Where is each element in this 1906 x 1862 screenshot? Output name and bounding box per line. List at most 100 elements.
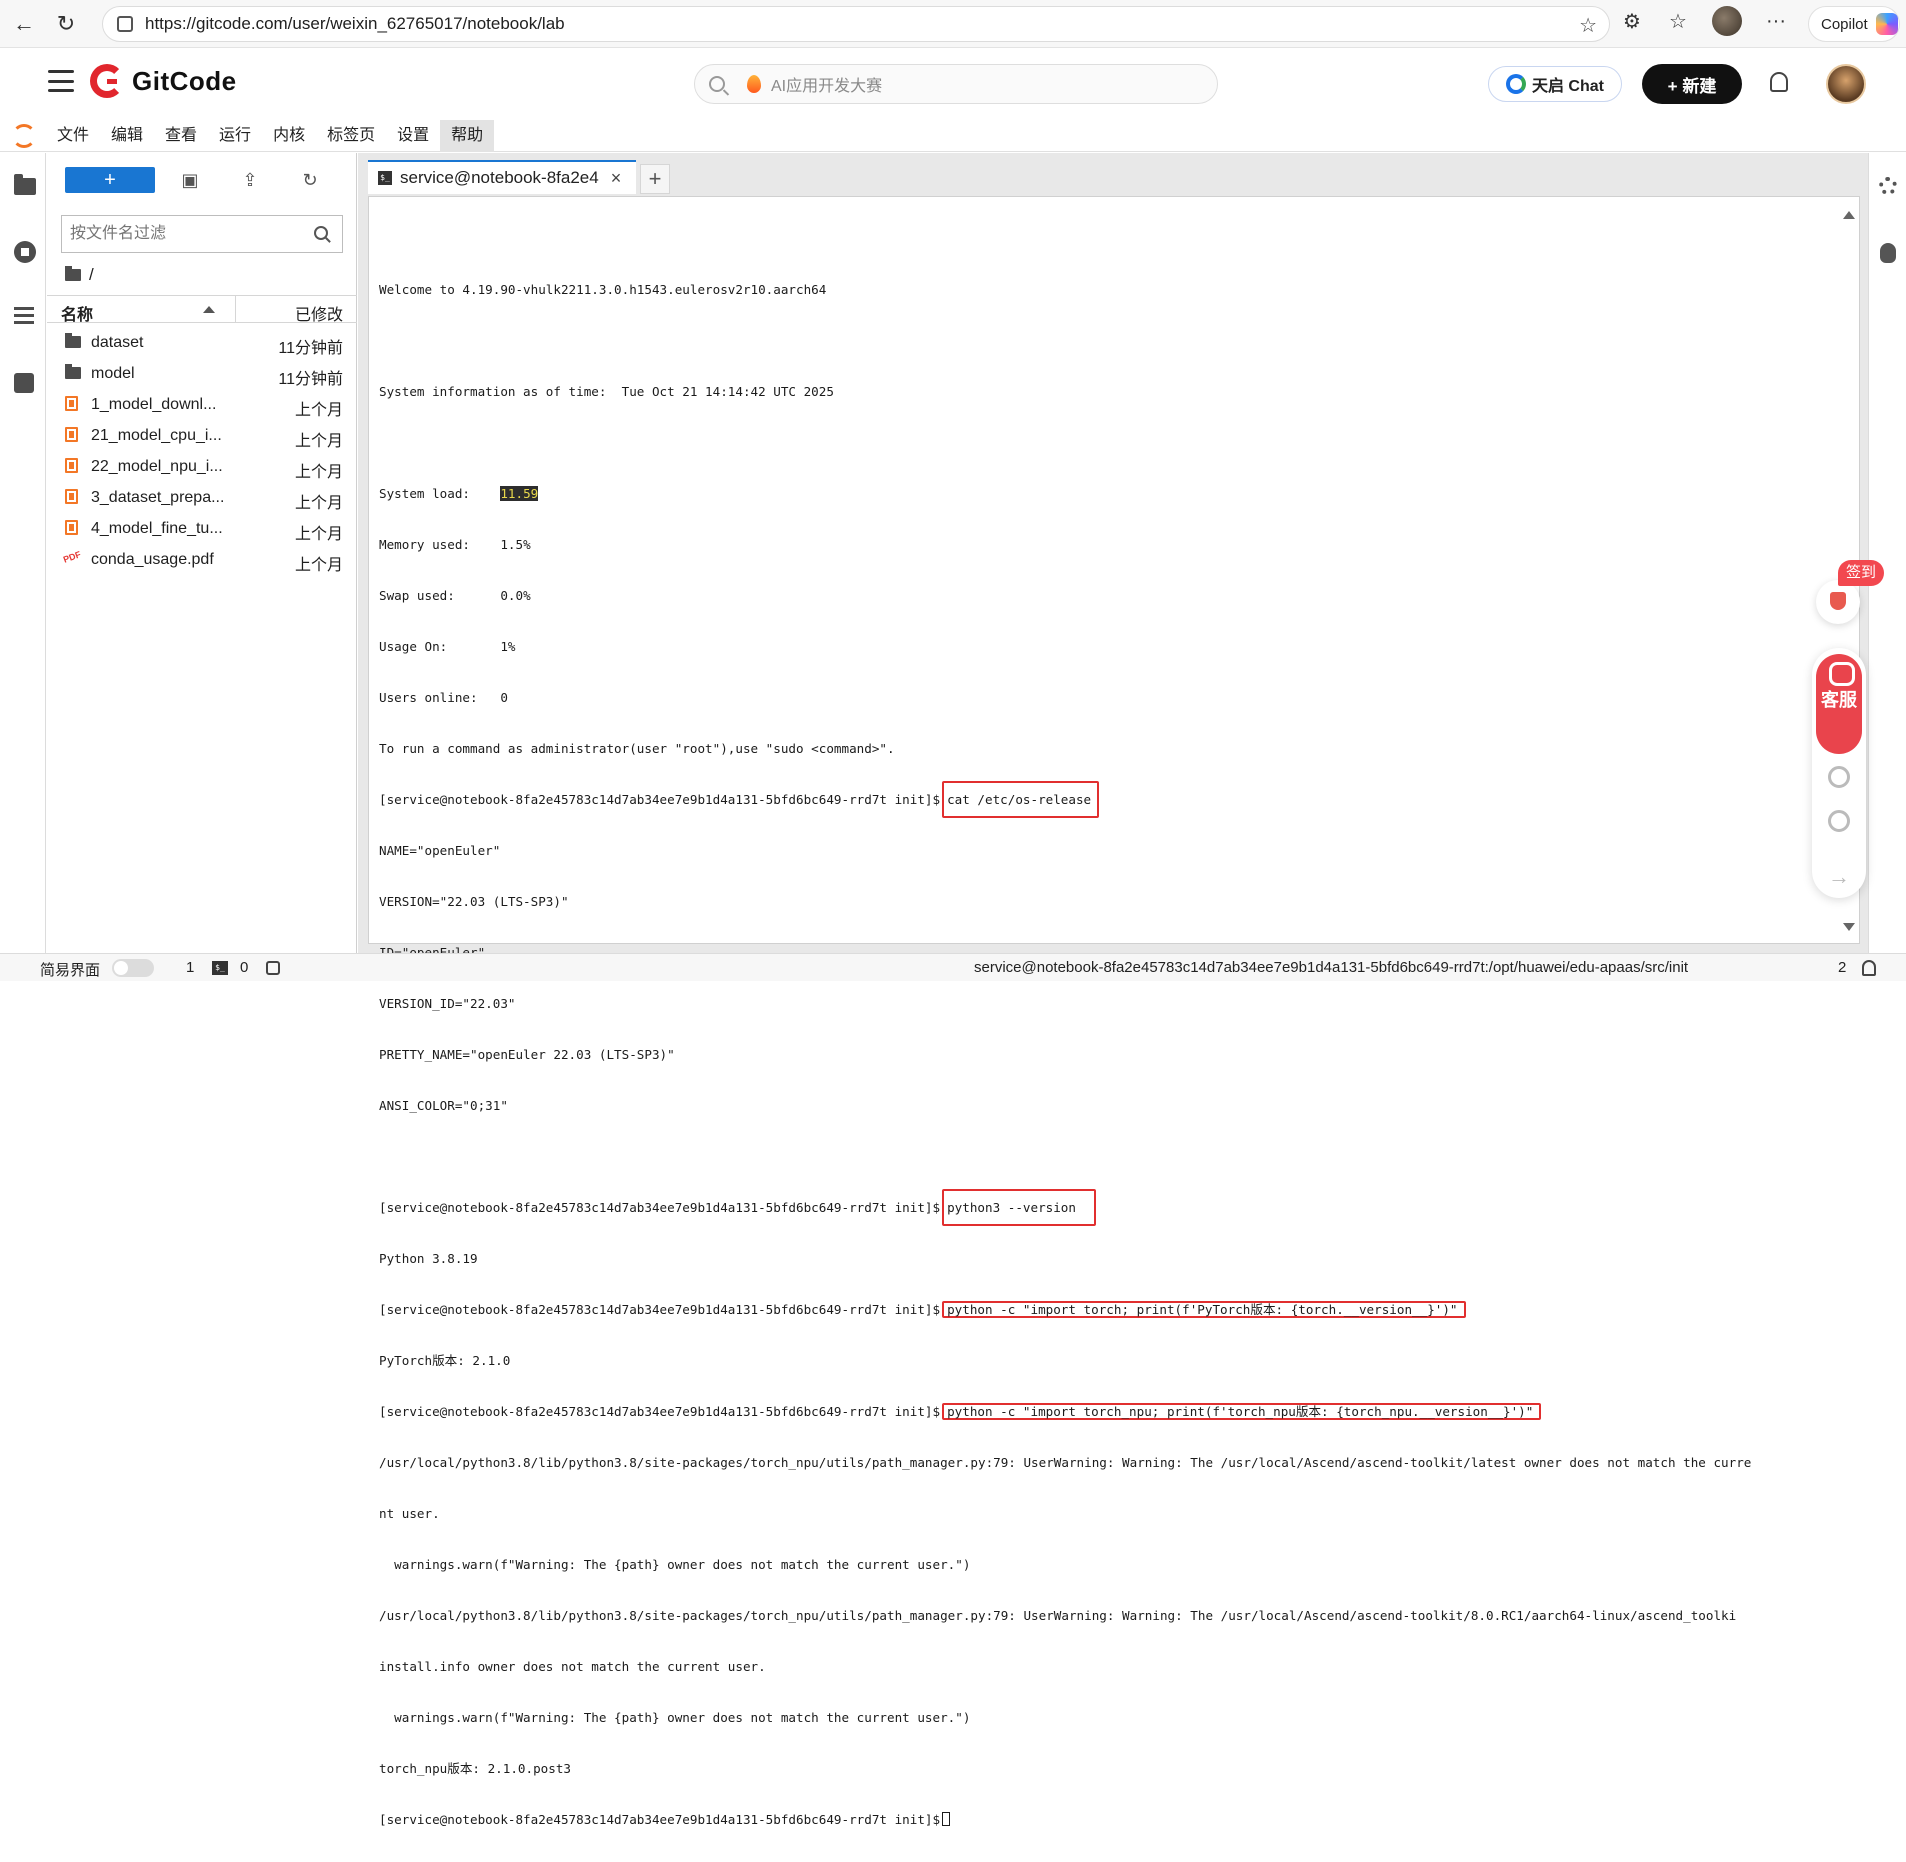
- property-inspector-gear-icon[interactable]: [1879, 177, 1897, 195]
- debugger-bug-icon[interactable]: [1880, 243, 1896, 263]
- file-row-dataset[interactable]: dataset 11分钟前: [47, 327, 357, 358]
- browser-profile-avatar[interactable]: [1712, 6, 1742, 36]
- chat-logo-icon: [1505, 74, 1526, 94]
- hamburger-menu-icon[interactable]: [48, 70, 74, 92]
- copilot-button[interactable]: Copilot: [1808, 6, 1900, 42]
- upload-icon[interactable]: ⇪: [239, 169, 261, 191]
- back-icon[interactable]: ←: [6, 6, 42, 42]
- file-filter-field[interactable]: [61, 215, 343, 253]
- status-bell-icon[interactable]: [1862, 960, 1876, 976]
- highlighted-command: python3 --version: [942, 1189, 1096, 1226]
- refresh-circle-icon[interactable]: [1828, 766, 1850, 788]
- extensions-icon[interactable]: ⚙: [1620, 9, 1644, 34]
- refresh-icon[interactable]: ↻: [299, 169, 321, 191]
- file-row-notebook[interactable]: 4_model_fine_tu... 上个月: [47, 513, 357, 544]
- terminal-status-icon[interactable]: $_: [212, 961, 228, 975]
- menu-help[interactable]: 帮助: [440, 119, 495, 152]
- file-row-notebook[interactable]: 3_dataset_prepa... 上个月: [47, 482, 357, 513]
- column-divider[interactable]: [235, 296, 236, 322]
- file-filter-input[interactable]: [62, 216, 292, 252]
- customer-service-button[interactable]: 客服: [1816, 654, 1862, 754]
- new-button[interactable]: + 新建: [1642, 64, 1742, 104]
- more-menu-icon[interactable]: ···: [1764, 10, 1788, 33]
- highlighted-command: python -c "import torch; print(f'PyTorch…: [942, 1301, 1466, 1318]
- favorites-icon[interactable]: ☆: [1666, 9, 1690, 34]
- file-list: dataset 11分钟前 model 11分钟前 1_model_downl.…: [47, 327, 357, 575]
- menu-edit[interactable]: 编辑: [100, 120, 154, 152]
- notification-bell-icon[interactable]: [1770, 72, 1788, 92]
- status-bar: 简易界面 1 $_ 0 service@notebook-8fa2e45783c…: [0, 953, 1906, 981]
- terminal-panel[interactable]: Welcome to 4.19.90-vhulk2211.3.0.h1543.e…: [368, 196, 1860, 1827]
- arrow-right-icon[interactable]: →: [1828, 864, 1850, 890]
- terminal-line: install.info owner does not match the cu…: [379, 1659, 766, 1674]
- menu-view[interactable]: 查看: [154, 120, 208, 152]
- file-row-notebook[interactable]: 22_model_npu_i... 上个月: [47, 451, 357, 482]
- url-text[interactable]: https://gitcode.com/user/weixin_62765017…: [145, 14, 565, 34]
- scroll-up-arrow-icon[interactable]: [1843, 211, 1855, 219]
- menu-tabs[interactable]: 标签页: [316, 120, 386, 152]
- file-row-model[interactable]: model 11分钟前: [47, 358, 357, 389]
- jupyter-logo-icon: [12, 123, 36, 148]
- file-list-header: 名称 已修改: [47, 295, 357, 325]
- reload-icon[interactable]: ↻: [48, 6, 84, 42]
- address-bar[interactable]: https://gitcode.com/user/weixin_62765017…: [102, 6, 1610, 42]
- menu-kernel[interactable]: 内核: [262, 120, 316, 152]
- add-tab-button[interactable]: +: [640, 164, 670, 194]
- site-info-icon[interactable]: [117, 16, 133, 32]
- logo-text: GitCode: [132, 65, 237, 96]
- file-name: 4_model_fine_tu...: [91, 520, 223, 537]
- folder-icon: [65, 333, 81, 348]
- table-of-contents-list-icon[interactable]: [14, 307, 36, 329]
- file-name: 22_model_npu_i...: [91, 458, 223, 475]
- running-kernels-stop-icon[interactable]: [14, 241, 36, 263]
- file-browser-panel: + ▣ ⇪ ↻ / 名称 已修改 dataset 11分钟前 model 11分…: [47, 153, 357, 953]
- shell-prompt: [service@notebook-8fa2e45783c14d7ab34ee7…: [379, 1302, 941, 1317]
- menu-run[interactable]: 运行: [208, 120, 262, 152]
- shell-prompt: [service@notebook-8fa2e45783c14d7ab34ee7…: [379, 1812, 941, 1827]
- check-in-badge[interactable]: 签到: [1838, 560, 1884, 586]
- file-browser-folder-icon[interactable]: [14, 174, 36, 197]
- simple-mode-toggle[interactable]: [112, 959, 154, 977]
- file-row-pdf[interactable]: PDF conda_usage.pdf 上个月: [47, 544, 357, 575]
- file-name: 1_model_downl...: [91, 396, 217, 413]
- trophy-icon[interactable]: [1816, 580, 1860, 624]
- tab-terminal[interactable]: $_ service@notebook-8fa2e4 ×: [368, 160, 636, 194]
- tab-close-icon[interactable]: ×: [611, 168, 622, 189]
- column-name[interactable]: 名称: [61, 301, 93, 325]
- terminal-cursor[interactable]: [942, 1812, 951, 1826]
- notebook-icon: [65, 458, 78, 473]
- extensions-puzzle-icon[interactable]: [14, 373, 36, 395]
- new-folder-icon[interactable]: ▣: [179, 169, 201, 191]
- favorite-star-icon[interactable]: ☆: [1579, 13, 1597, 38]
- terminal-line: System load: 11.59: [379, 485, 1751, 502]
- file-modified: 上个月: [294, 402, 343, 419]
- highlighted-command: python -c "import torch_npu; print(f'tor…: [942, 1403, 1542, 1420]
- new-launcher-button[interactable]: +: [65, 167, 155, 193]
- shell-prompt: [service@notebook-8fa2e45783c14d7ab34ee7…: [379, 1404, 941, 1419]
- terminal-line: [service@notebook-8fa2e45783c14d7ab34ee7…: [379, 1189, 1751, 1226]
- site-search-input[interactable]: AI应用开发大赛: [694, 64, 1218, 104]
- user-avatar[interactable]: [1826, 64, 1866, 104]
- kernel-status-icon[interactable]: [266, 961, 280, 975]
- gitcode-logo[interactable]: GitCode: [90, 64, 237, 98]
- column-modified[interactable]: 已修改: [295, 301, 343, 325]
- menu-file[interactable]: 文件: [46, 120, 100, 152]
- sort-ascending-icon[interactable]: [203, 306, 215, 313]
- current-path: service@notebook-8fa2e45783c14d7ab34ee7e…: [974, 959, 1689, 976]
- tianqi-chat-button[interactable]: 天启 Chat: [1488, 66, 1622, 102]
- breadcrumb-path[interactable]: /: [89, 265, 94, 285]
- file-browser-toolbar: + ▣ ⇪ ↻: [47, 167, 357, 197]
- file-row-notebook[interactable]: 21_model_cpu_i... 上个月: [47, 420, 357, 451]
- smiley-icon[interactable]: [1828, 810, 1850, 832]
- file-modified: 11分钟前: [278, 371, 343, 388]
- home-folder-icon[interactable]: [65, 266, 81, 281]
- file-name: model: [91, 365, 135, 382]
- terminal-line: Memory used: 1.5%: [379, 537, 531, 552]
- file-row-notebook[interactable]: 1_model_downl... 上个月: [47, 389, 357, 420]
- menu-settings[interactable]: 设置: [386, 120, 440, 152]
- scroll-down-arrow-icon[interactable]: [1843, 923, 1855, 931]
- file-modified: 上个月: [294, 464, 343, 481]
- search-icon: [709, 76, 725, 92]
- file-modified: 上个月: [294, 526, 343, 543]
